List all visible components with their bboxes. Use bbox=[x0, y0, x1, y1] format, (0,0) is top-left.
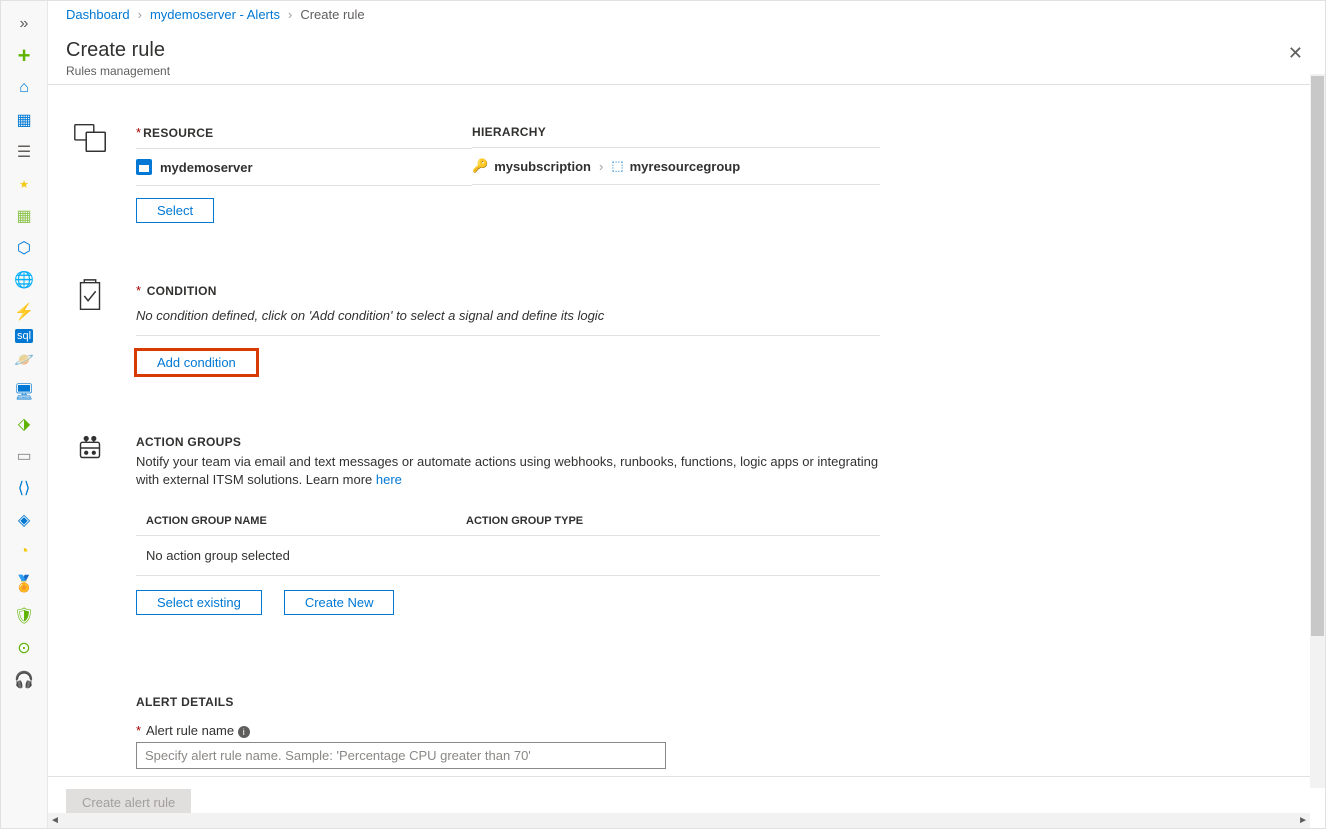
action-groups-section: ACTION GROUPS Notify your team via email… bbox=[136, 435, 880, 615]
hierarchy-label: HIERARCHY bbox=[472, 125, 546, 139]
action-groups-description: Notify your team via email and text mess… bbox=[136, 454, 878, 487]
security-icon[interactable]: 🛡 bbox=[9, 601, 39, 631]
chevron-right-icon: › bbox=[138, 7, 142, 22]
advisor-icon[interactable]: 🏅 bbox=[9, 569, 39, 599]
monitor-icon[interactable]: ◔ bbox=[9, 537, 39, 567]
scroll-right-icon[interactable]: ► bbox=[1298, 815, 1308, 826]
cosmos-icon[interactable]: 🪐 bbox=[9, 345, 39, 375]
action-groups-icon bbox=[71, 429, 109, 467]
cost-icon[interactable]: ⊙ bbox=[9, 633, 39, 663]
breadcrumb: Dashboard › mydemoserver - Alerts › Crea… bbox=[48, 1, 1325, 29]
page-title: Create rule bbox=[66, 39, 170, 62]
chevron-right-icon: › bbox=[288, 7, 292, 22]
resource-name: mydemoserver bbox=[160, 160, 253, 175]
condition-icon bbox=[71, 277, 109, 315]
add-condition-button[interactable]: Add condition bbox=[136, 350, 257, 375]
col-action-group-name: ACTION GROUP NAME bbox=[136, 515, 466, 527]
resource-group-name: myresourcegroup bbox=[630, 159, 741, 174]
create-resource-icon[interactable]: + bbox=[9, 41, 39, 71]
resource-section: * RESOURCE mydemoserver bbox=[136, 125, 880, 223]
condition-section: * CONDITION No condition defined, click … bbox=[136, 283, 880, 375]
learn-more-link[interactable]: here bbox=[376, 472, 402, 487]
all-services-icon[interactable]: ☰ bbox=[9, 137, 39, 167]
subscription-name: mysubscription bbox=[494, 159, 591, 174]
functions-icon[interactable]: ⚡ bbox=[9, 297, 39, 327]
action-group-empty-row: No action group selected bbox=[136, 536, 880, 576]
alert-details-label: ALERT DETAILS bbox=[136, 695, 880, 709]
diamond-icon[interactable]: ◈ bbox=[9, 505, 39, 535]
cube-icon[interactable]: ⬡ bbox=[9, 233, 39, 263]
col-action-group-type: ACTION GROUP TYPE bbox=[466, 515, 880, 527]
condition-empty-note: No condition defined, click on 'Add cond… bbox=[136, 298, 880, 336]
horizontal-scrollbar[interactable]: ◄ ► bbox=[48, 813, 1310, 828]
server-icon bbox=[136, 159, 152, 175]
sql-icon[interactable]: sql bbox=[15, 329, 33, 343]
chevron-right-icon: › bbox=[599, 159, 603, 174]
required-marker: * bbox=[136, 125, 141, 140]
info-icon[interactable]: i bbox=[238, 726, 250, 738]
action-groups-label: ACTION GROUPS bbox=[136, 435, 880, 449]
breadcrumb-dashboard[interactable]: Dashboard bbox=[66, 7, 130, 22]
required-marker: * bbox=[136, 283, 141, 298]
globe-icon[interactable]: 🌐 bbox=[9, 265, 39, 295]
select-resource-button[interactable]: Select bbox=[136, 198, 214, 223]
favorites-icon[interactable]: ★ bbox=[9, 169, 39, 199]
breadcrumb-current: Create rule bbox=[300, 7, 364, 22]
select-existing-button[interactable]: Select existing bbox=[136, 590, 262, 615]
close-icon[interactable]: ✕ bbox=[1284, 39, 1307, 68]
scrollbar-thumb[interactable] bbox=[1311, 76, 1324, 636]
resource-icon bbox=[71, 119, 109, 157]
page-subtitle: Rules management bbox=[66, 64, 170, 78]
alert-rule-name-label: * Alert rule name i bbox=[136, 723, 880, 738]
alert-rule-name-input[interactable] bbox=[136, 742, 666, 769]
load-balancer-icon[interactable]: ⬗ bbox=[9, 409, 39, 439]
scroll-left-icon[interactable]: ◄ bbox=[50, 815, 60, 826]
resource-group-icon: ⬚ bbox=[611, 158, 623, 174]
condition-label: CONDITION bbox=[147, 284, 217, 298]
dashboard-icon[interactable]: ▦ bbox=[9, 105, 39, 135]
all-resources-icon[interactable]: ▦ bbox=[9, 201, 39, 231]
vm-icon[interactable]: 🖥 bbox=[9, 377, 39, 407]
network-icon[interactable]: ⟨⟩ bbox=[9, 473, 39, 503]
alert-details-section: ALERT DETAILS * Alert rule name i * Desc… bbox=[136, 695, 880, 776]
resource-label: RESOURCE bbox=[143, 126, 213, 140]
expand-icon[interactable]: » bbox=[9, 9, 39, 39]
home-icon[interactable]: ⌂ bbox=[9, 73, 39, 103]
create-alert-rule-button[interactable]: Create alert rule bbox=[66, 789, 191, 816]
vertical-scrollbar[interactable] bbox=[1310, 74, 1325, 788]
breadcrumb-alerts[interactable]: mydemoserver - Alerts bbox=[150, 7, 280, 22]
help-icon[interactable]: 🎧 bbox=[9, 665, 39, 695]
storage-icon[interactable]: ▭ bbox=[9, 441, 39, 471]
sidebar: » + ⌂ ▦ ☰ ★ ▦ ⬡ 🌐 ⚡ sql 🪐 🖥 ⬗ ▭ ⟨⟩ ◈ ◔ 🏅… bbox=[1, 1, 48, 828]
page-header: Create rule Rules management ✕ bbox=[48, 29, 1325, 85]
key-icon: 🔑 bbox=[472, 158, 488, 174]
create-new-button[interactable]: Create New bbox=[284, 590, 395, 615]
